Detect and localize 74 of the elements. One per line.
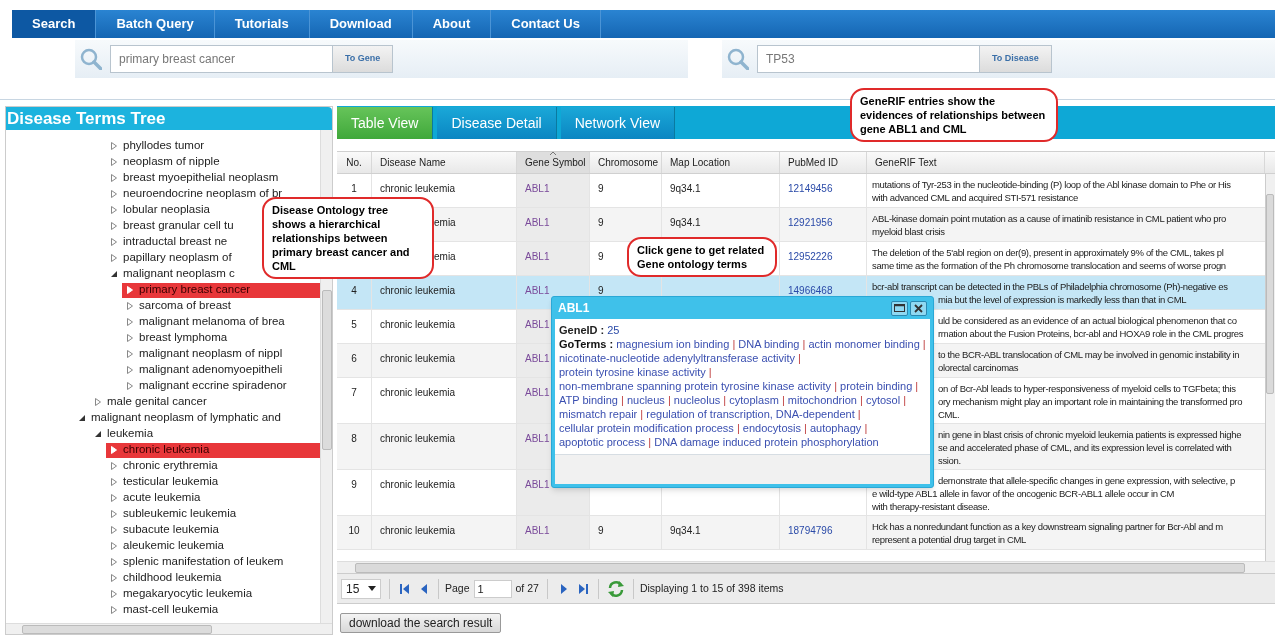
table-cell: 9q34.1 [670, 183, 701, 194]
pager-summary: Displaying 1 to 15 of 398 items [639, 580, 784, 596]
tree-label: testicular leukemia [123, 474, 219, 490]
table-cell: chronic leukemia [380, 183, 456, 194]
table-cell: 9q34.1 [670, 525, 701, 536]
table-cell: chronic leukemia [380, 319, 456, 330]
generif-text: mia but the level of expression is markedly less than that in CML [938, 293, 1187, 306]
page-label: Page [445, 580, 470, 596]
generif-text: se and accelerated phase of CML, and its expression level is correlated with [938, 441, 1232, 454]
generif-text: The deletion of the 5'abl region on der(9), present in approximately 9% of the CML, takes pl [872, 246, 1224, 259]
table-cell: chronic leukemia [380, 525, 456, 536]
table-cell: chronic leukemia [380, 433, 456, 444]
tree-label: phyllodes tumor [123, 138, 205, 154]
callout-tooltip: Click gene to get related Gene ontology terms [627, 237, 777, 277]
generif-text: myeloid blast crisis [872, 225, 945, 238]
table-cell: chronic leukemia [380, 353, 456, 364]
generif-text: with advanced CML and acquired STI-571 resistance [872, 191, 1078, 204]
generif-text: demonstrate that allele-specific changes in gene expression, with selective, p [938, 474, 1235, 487]
table-cell: emia [434, 251, 456, 262]
generif-text: on of Bcr-Abl leads to hyper-responsiveness of myeloid cells to TGFbeta; this [938, 382, 1236, 395]
generif-text: to the BCR-ABL translocation of CML may be involved in genomic instability in [938, 348, 1240, 361]
tree-label: male genital cancer [107, 394, 207, 410]
table-cell: 8 [351, 433, 357, 444]
generif-text: mutations of Tyr-253 in the nucleotide-binding (P) loop of the Abl kinase domain to Phe or His [872, 178, 1231, 191]
tree-label: primary breast cancer [139, 282, 251, 298]
generif-text: ABL-kinase domain point mutation as a cause of imatinib resistance in CML patient who pro [872, 212, 1226, 225]
tree-label: chronic leukemia [123, 442, 210, 458]
page-count: of 27 [515, 580, 539, 596]
tree-label: acute leukemia [123, 490, 201, 506]
tree-label: breast lymphoma [139, 330, 228, 346]
generif-text: same time as the formation of the Ph chromosome translocation and seems of worse progn [872, 259, 1226, 272]
table-cell: 9 [598, 525, 604, 536]
panel-title: Disease Terms Tree [6, 107, 332, 130]
generif-text: ssion. [938, 454, 961, 467]
generif-text: Hck has a nonredundant function as a key downstream signaling partner for Bcr-Abl and m [872, 520, 1223, 533]
callout-tooltip: Disease Ontology tree shows a hierarchical relationships between primary breast cancer and CML [262, 197, 434, 279]
table-cell: 1 [351, 183, 357, 194]
generif-text: e wild-type ABL1 allele in favor of the oncogenic BCR-ABL1 allele occur in CM [872, 487, 1175, 500]
table-cell: 9q34.1 [670, 217, 701, 228]
generif-text: CML. [938, 408, 960, 421]
generif-text: nin gene in blast crisis of chronic myeloid leukemia patients is expressed highe [938, 428, 1242, 441]
table-cell: emia [434, 217, 456, 228]
table-cell: chronic leukemia [380, 387, 456, 398]
tree-label: chronic erythremia [123, 458, 218, 474]
generif-text: olorectal carcinomas [938, 361, 1019, 374]
tree-label: lobular neoplasia [123, 202, 210, 218]
tree-label: sarcoma of breast [139, 298, 232, 314]
table-cell: 10 [348, 525, 360, 536]
tree-label: subacute leukemia [123, 522, 219, 538]
table-cell: 9 [598, 251, 604, 262]
table-cell: 9 [598, 183, 604, 194]
tree-label: mast-cell leukemia [123, 602, 219, 618]
field-label: GeneID : [559, 324, 605, 336]
table-cell: chronic leukemia [380, 479, 456, 490]
table-cell: 9 [598, 285, 604, 296]
generif-text: ory mechanism might play an important role in maintaining the transformed pro [938, 395, 1243, 408]
tree-label: intraductal breast ne [123, 234, 228, 250]
table-cell: 9 [351, 479, 357, 490]
generif-text: rmation about the Fusion Proteins, bcr-abl and HOXA9 role in the CML progres [938, 327, 1244, 340]
table-cell: 5 [351, 319, 357, 330]
tree-label: aleukemic leukemia [123, 538, 224, 554]
tree-label: neoplasm of nipple [123, 154, 220, 170]
generif-text: uld be considered as an evidence of an actual biological phenomenon that co [938, 314, 1237, 327]
generif-text: with therapy-resistant disease. [872, 500, 990, 513]
table-cell: 6 [351, 353, 357, 364]
generif-text: represent a potential drug target in CML [872, 533, 1026, 546]
callout-tooltip: GeneRIF entries show the evidences of relationships between gene ABL1 and CML [850, 88, 1058, 142]
table-cell: 7 [351, 387, 357, 398]
tree-label: leukemia [107, 426, 154, 442]
table-cell: 4 [351, 285, 357, 296]
table-cell: 9 [598, 217, 604, 228]
generif-text: bcr-abl transcript can be detected in the PBLs of Philadelphia chromosome (Ph)-negative es [872, 280, 1228, 293]
table-cell: chronic leukemia [380, 285, 456, 296]
tree-label: childhood leukemia [123, 570, 222, 586]
